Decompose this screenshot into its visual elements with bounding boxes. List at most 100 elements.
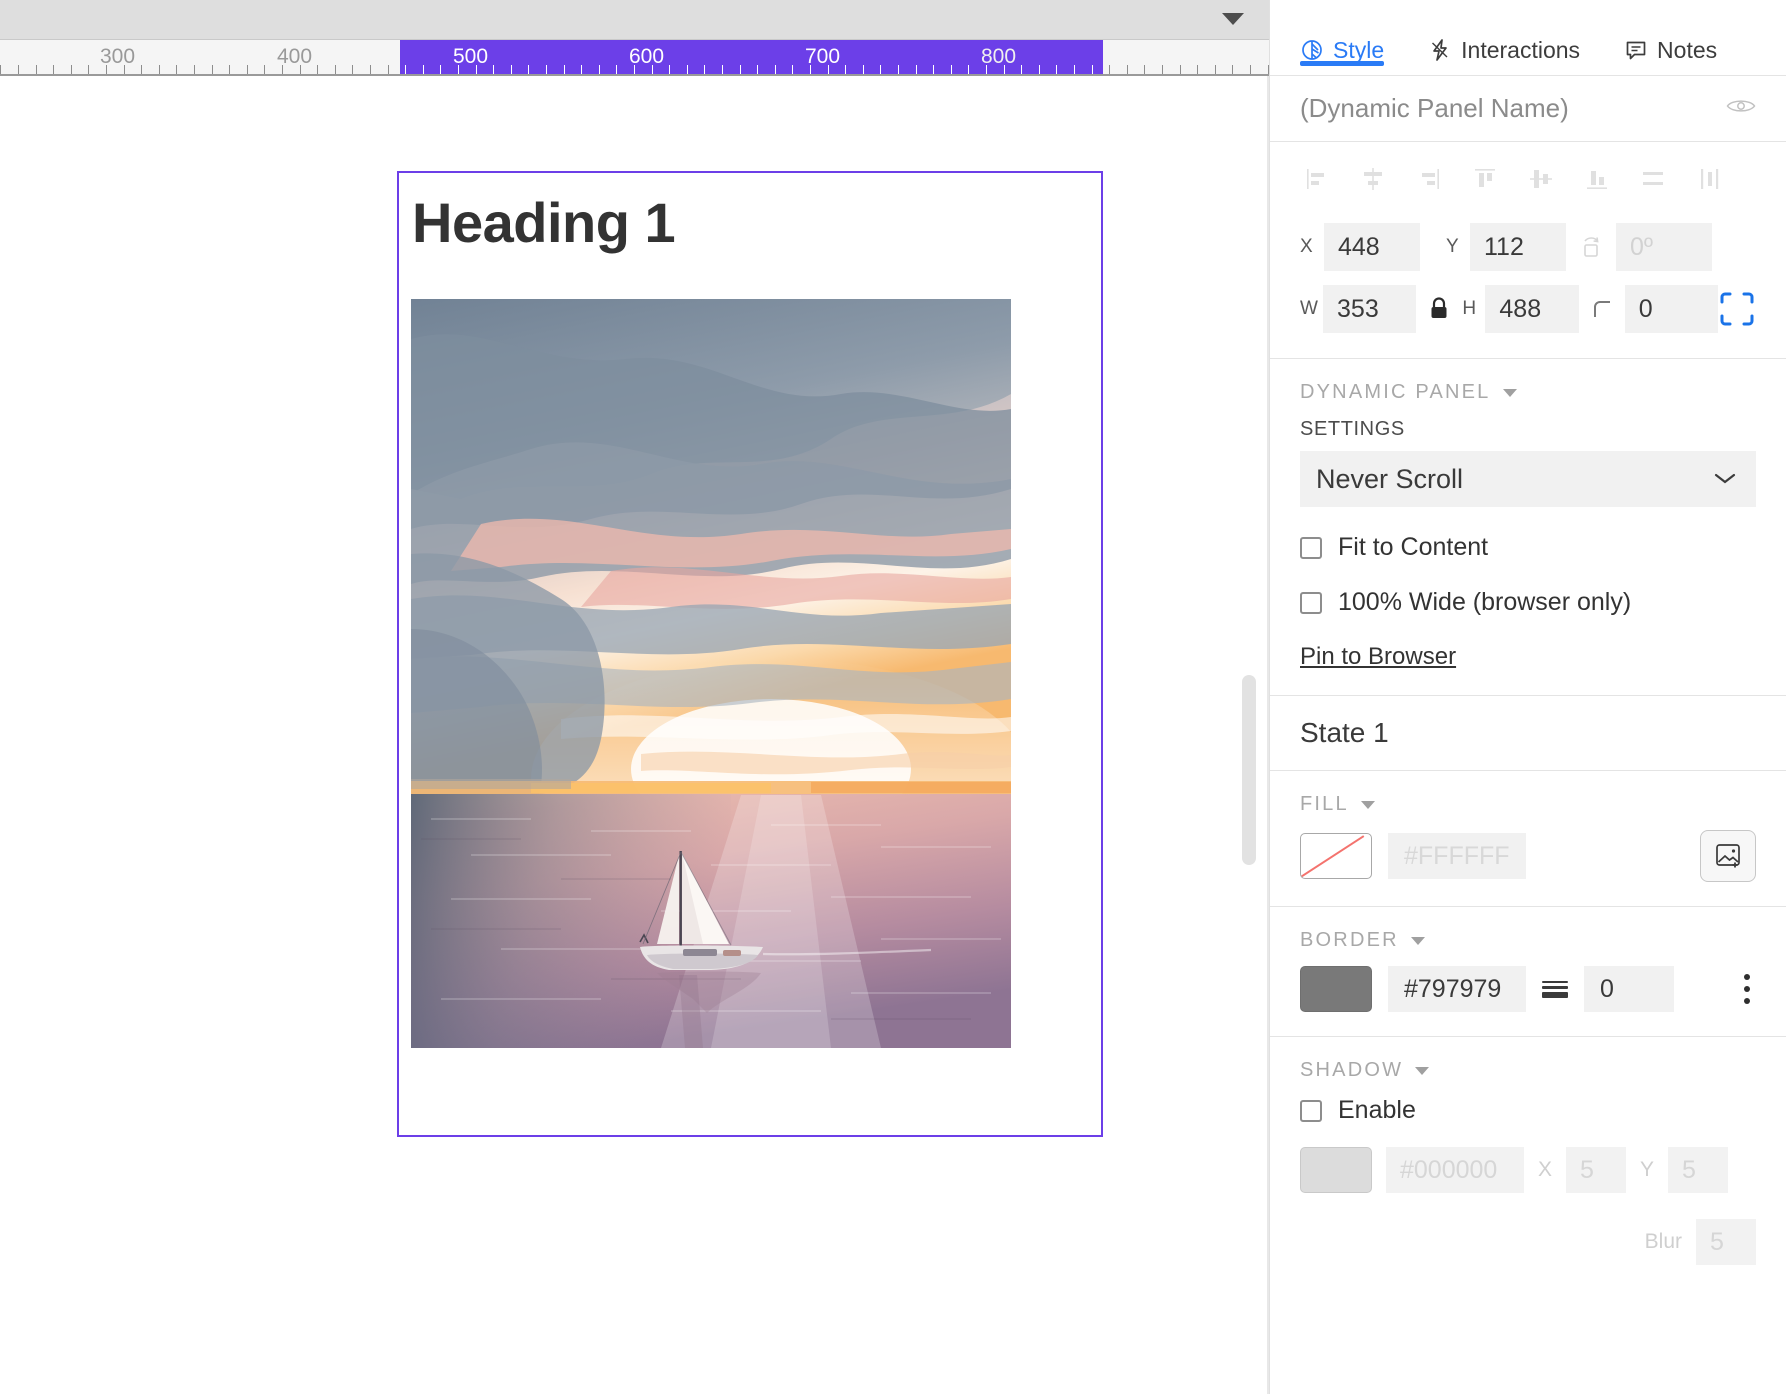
inspector-panel: Style Interactions	[1269, 0, 1786, 1394]
shadow-color-swatch[interactable]	[1300, 1147, 1372, 1193]
fill-color-swatch[interactable]	[1300, 833, 1372, 879]
ruler-minor-tick	[792, 65, 793, 74]
ruler-minor-tick	[1056, 65, 1057, 74]
border-section: BORDER #797979 0	[1270, 907, 1786, 1036]
dynamic-panel-name-row: (Dynamic Panel Name)	[1270, 76, 1786, 142]
tab-style[interactable]: Style	[1300, 0, 1384, 76]
border-weight-input[interactable]: 0	[1584, 966, 1674, 1012]
ruler-minor-tick	[388, 65, 389, 74]
tab-style-label: Style	[1333, 39, 1384, 62]
ruler-label: 600	[629, 45, 664, 69]
pin-to-browser-link[interactable]: Pin to Browser	[1300, 643, 1456, 670]
tab-notes[interactable]: Notes	[1624, 0, 1717, 76]
shadow-x-input[interactable]: 5	[1566, 1147, 1626, 1193]
border-color-swatch[interactable]	[1300, 966, 1372, 1012]
align-right-icon[interactable]	[1410, 160, 1448, 198]
align-bottom-icon[interactable]	[1578, 160, 1616, 198]
ruler-minor-tick	[687, 65, 688, 74]
shadow-fields-row: #000000 X 5 Y 5	[1300, 1147, 1756, 1193]
dynamic-panel-section-header[interactable]: DYNAMIC PANEL	[1300, 381, 1756, 404]
ruler-minor-tick	[423, 65, 424, 74]
fit-to-content-row[interactable]: Fit to Content	[1300, 533, 1756, 562]
lock-closed-icon[interactable]	[1416, 296, 1462, 322]
shadow-hex-input[interactable]: #000000	[1386, 1147, 1524, 1193]
y-input[interactable]: 112	[1470, 223, 1566, 271]
ruler-minor-tick	[669, 65, 670, 74]
scroll-behavior-select[interactable]: Never Scroll	[1300, 451, 1756, 507]
sailboat-sunset-photo[interactable]	[411, 299, 1011, 1048]
border-hex-input[interactable]: #797979	[1388, 966, 1526, 1012]
fill-hex-input[interactable]: #FFFFFF	[1388, 833, 1526, 879]
align-center-horizontal-icon[interactable]	[1354, 160, 1392, 198]
ruler-minor-tick	[740, 65, 741, 74]
add-image-icon[interactable]	[1700, 830, 1756, 882]
line-weight-icon[interactable]	[1542, 981, 1568, 998]
shadow-blur-input[interactable]: 5	[1696, 1219, 1756, 1265]
canvas-vertical-scrollbar[interactable]	[1242, 675, 1256, 865]
align-left-icon[interactable]	[1298, 160, 1336, 198]
ruler-minor-tick	[335, 65, 336, 74]
eye-icon[interactable]	[1726, 96, 1756, 121]
rotation-input[interactable]: 0º	[1616, 223, 1712, 271]
x-input[interactable]: 448	[1324, 223, 1420, 271]
chevron-down-icon[interactable]	[1415, 1067, 1429, 1075]
hundred-wide-checkbox[interactable]	[1300, 592, 1322, 614]
ruler-minor-tick	[212, 65, 213, 74]
state-name-input[interactable]: State 1	[1300, 717, 1389, 749]
dynamic-panel-name-input[interactable]: (Dynamic Panel Name)	[1300, 93, 1569, 124]
hundred-wide-row[interactable]: 100% Wide (browser only)	[1300, 588, 1756, 617]
ruler-minor-tick	[863, 65, 864, 74]
distribute-horizontal-icon[interactable]	[1634, 160, 1672, 198]
ruler-minor-tick	[1250, 65, 1251, 74]
align-top-icon[interactable]	[1466, 160, 1504, 198]
ruler-minor-tick	[88, 65, 89, 74]
ruler-minor-tick	[722, 65, 723, 74]
fit-to-content-checkbox[interactable]	[1300, 537, 1322, 559]
width-input[interactable]: 353	[1323, 285, 1416, 333]
border-section-header[interactable]: BORDER	[1300, 929, 1756, 952]
shadow-section: SHADOW Enable #000000 X 5 Y 5 Blur 5	[1270, 1037, 1786, 1265]
shadow-section-header[interactable]: SHADOW	[1300, 1059, 1756, 1082]
height-input[interactable]: 488	[1485, 285, 1578, 333]
ruler-minor-tick	[229, 65, 230, 74]
rotate-icon[interactable]	[1566, 234, 1616, 260]
settings-label: SETTINGS	[1300, 418, 1756, 441]
ruler-minor-tick	[1039, 65, 1040, 74]
shadow-y-input[interactable]: 5	[1668, 1147, 1728, 1193]
ruler-minor-tick	[194, 65, 195, 74]
chevron-down-icon[interactable]	[1411, 937, 1425, 945]
tab-interactions[interactable]: Interactions	[1428, 0, 1580, 76]
align-middle-vertical-icon[interactable]	[1522, 160, 1560, 198]
fill-section-header[interactable]: FILL	[1300, 793, 1756, 816]
ruler-minor-tick	[880, 65, 881, 74]
ruler-minor-tick	[1074, 65, 1075, 74]
ruler-minor-tick	[18, 65, 19, 74]
ruler-minor-tick	[36, 65, 37, 74]
state-row: State 1	[1270, 695, 1786, 771]
corner-radius-input[interactable]: 0	[1625, 285, 1718, 333]
chevron-down-icon[interactable]	[1222, 13, 1244, 25]
kebab-menu-icon[interactable]	[1738, 968, 1756, 1010]
fill-section-title: FILL	[1300, 793, 1349, 816]
ruler-minor-tick	[1127, 65, 1128, 74]
lightning-bolt-icon	[1428, 38, 1452, 62]
canvas-area[interactable]: 300400500600700800 Heading 1	[0, 0, 1269, 1394]
ruler-minor-tick	[1144, 65, 1145, 74]
shadow-blur-label: Blur	[1645, 1230, 1682, 1254]
shadow-enable-row[interactable]: Enable	[1300, 1096, 1756, 1125]
ruler-minor-tick	[0, 65, 1, 74]
chevron-down-icon[interactable]	[1503, 389, 1517, 397]
distribute-vertical-icon[interactable]	[1690, 160, 1728, 198]
page-title[interactable]: Heading 1	[412, 190, 675, 255]
chevron-down-icon[interactable]	[1361, 801, 1375, 809]
tab-notes-label: Notes	[1657, 39, 1717, 62]
ruler-minor-tick	[775, 65, 776, 74]
ruler-minor-tick	[616, 65, 617, 74]
fit-selection-icon[interactable]	[1718, 290, 1756, 328]
h-label: H	[1462, 298, 1485, 320]
shadow-enable-checkbox[interactable]	[1300, 1100, 1322, 1122]
ruler-minor-tick	[352, 65, 353, 74]
horizontal-ruler[interactable]: 300400500600700800	[0, 40, 1269, 76]
ruler-top-bar	[0, 0, 1269, 40]
scroll-behavior-value: Never Scroll	[1316, 464, 1463, 495]
